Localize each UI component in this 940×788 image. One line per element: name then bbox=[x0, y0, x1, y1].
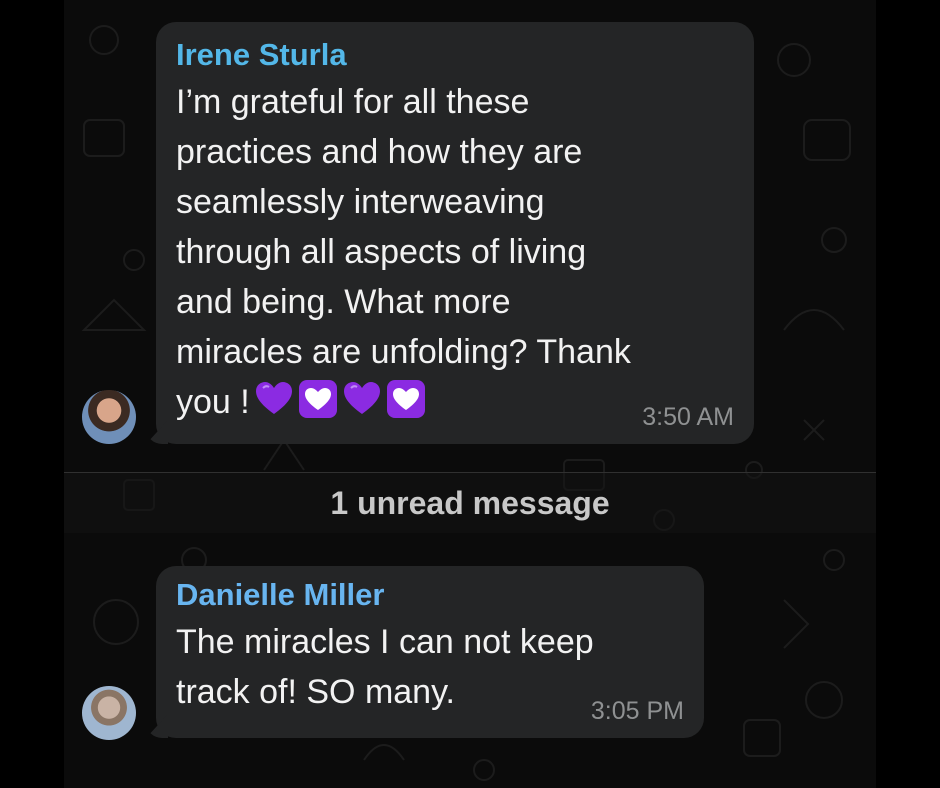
message-text: I’m grateful for all these practices and… bbox=[176, 77, 754, 427]
avatar[interactable] bbox=[82, 390, 136, 444]
message-timestamp: 3:05 PM bbox=[590, 697, 684, 725]
unread-label: 1 unread message bbox=[330, 484, 610, 521]
chat-view[interactable]: Irene Sturla I’m grateful for all these … bbox=[64, 0, 876, 788]
message-bubble[interactable]: Danielle Miller The miracles I can not k… bbox=[146, 566, 704, 738]
heart-decoration-icon bbox=[386, 380, 425, 418]
purple-heart-icon bbox=[343, 382, 380, 414]
sender-name[interactable]: Danielle Miller bbox=[176, 576, 704, 614]
heart-decoration-icon bbox=[298, 380, 337, 418]
unread-divider: 1 unread message bbox=[64, 472, 876, 533]
emoji-group bbox=[254, 379, 426, 419]
message-body: I’m grateful for all these practices and… bbox=[176, 83, 631, 421]
message-bubble[interactable]: Irene Sturla I’m grateful for all these … bbox=[146, 22, 754, 444]
sender-name[interactable]: Irene Sturla bbox=[176, 36, 754, 74]
message-timestamp: 3:50 AM bbox=[642, 403, 734, 431]
avatar[interactable] bbox=[82, 686, 136, 740]
purple-heart-icon bbox=[255, 382, 292, 414]
